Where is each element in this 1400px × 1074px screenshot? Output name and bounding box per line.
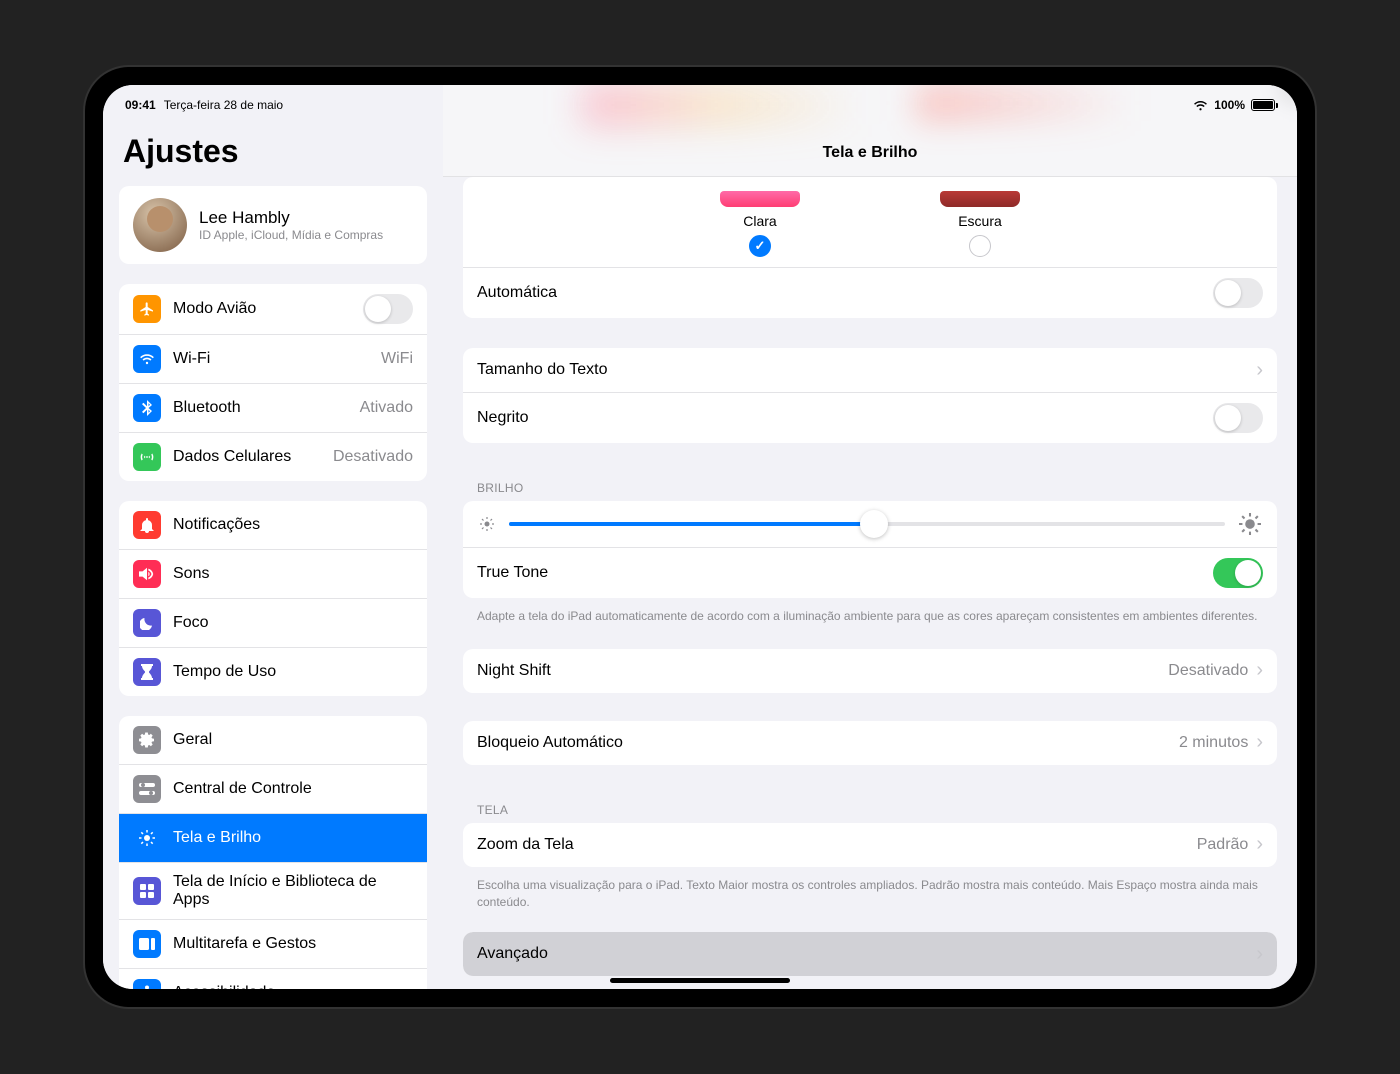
ipad-frame: 09:41 Terça-feira 28 de maio 100% Ajuste… xyxy=(85,67,1315,1007)
appearance-selector: Clara Escura xyxy=(463,177,1277,267)
profile-sub: ID Apple, iCloud, Mídia e Compras xyxy=(199,228,383,242)
appearance-light[interactable]: Clara xyxy=(720,191,800,257)
brightness-slider-row[interactable] xyxy=(463,501,1277,547)
row-textsize[interactable]: Tamanho do Texto › xyxy=(463,348,1277,392)
moon-icon xyxy=(133,609,161,637)
airplane-toggle[interactable] xyxy=(363,294,413,324)
tela-header: TELA xyxy=(463,785,1277,823)
brightness-header: BRILHO xyxy=(463,463,1277,501)
sidebar-item-airplane[interactable]: Modo Avião xyxy=(119,284,427,334)
sidebar-item-general[interactable]: Geral xyxy=(119,716,427,764)
battery-icon xyxy=(1251,99,1275,111)
avatar xyxy=(133,198,187,252)
switches-icon xyxy=(133,775,161,803)
main-panel: Tela e Brilho Clara Escura xyxy=(443,85,1297,989)
sun-large-icon xyxy=(1239,513,1261,535)
status-date: Terça-feira 28 de maio xyxy=(164,98,283,112)
sidebar-item-accessibility[interactable]: Acessibilidade xyxy=(119,968,427,989)
sidebar-title: Ajustes xyxy=(119,133,427,170)
sidebar-item-controlcenter[interactable]: Central de Controle xyxy=(119,764,427,813)
light-radio[interactable] xyxy=(749,235,771,257)
sidebar: Ajustes Lee Hambly ID Apple, iCloud, Míd… xyxy=(103,85,443,989)
row-zoom[interactable]: Zoom da Tela Padrão › xyxy=(463,823,1277,867)
dark-radio[interactable] xyxy=(969,235,991,257)
profile-name: Lee Hambly xyxy=(199,208,383,228)
row-bold[interactable]: Negrito xyxy=(463,392,1277,443)
wifi-icon-box xyxy=(133,345,161,373)
home-indicator xyxy=(610,978,790,983)
multitask-icon xyxy=(133,930,161,958)
brightness-slider[interactable] xyxy=(509,522,1225,526)
automatic-toggle[interactable] xyxy=(1213,278,1263,308)
chevron-icon: › xyxy=(1256,659,1263,682)
gear-icon xyxy=(133,726,161,754)
sidebar-item-screentime[interactable]: Tempo de Uso xyxy=(119,647,427,696)
sidebar-item-cellular[interactable]: Dados Celulares Desativado xyxy=(119,432,427,481)
sidebar-item-focus[interactable]: Foco xyxy=(119,598,427,647)
status-bar: 09:41 Terça-feira 28 de maio 100% xyxy=(103,93,1297,117)
chevron-icon: › xyxy=(1256,359,1263,382)
row-advanced[interactable]: Avançado › xyxy=(463,932,1277,976)
sidebar-item-homescreen[interactable]: Tela de Início e Biblioteca de Apps xyxy=(119,862,427,919)
sidebar-item-display[interactable]: Tela e Brilho xyxy=(119,813,427,862)
screen: 09:41 Terça-feira 28 de maio 100% Ajuste… xyxy=(103,85,1297,989)
appearance-dark[interactable]: Escura xyxy=(940,191,1020,257)
speaker-icon xyxy=(133,560,161,588)
chevron-icon: › xyxy=(1256,731,1263,754)
sidebar-item-bluetooth[interactable]: Bluetooth Ativado xyxy=(119,383,427,432)
slider-thumb[interactable] xyxy=(860,510,888,538)
row-automatic[interactable]: Automática xyxy=(463,267,1277,318)
light-preview xyxy=(720,191,800,207)
chevron-icon: › xyxy=(1256,833,1263,856)
sidebar-item-notifications[interactable]: Notificações xyxy=(119,501,427,549)
sidebar-item-sounds[interactable]: Sons xyxy=(119,549,427,598)
zoom-footer: Escolha uma visualização para o iPad. Te… xyxy=(463,871,1277,911)
row-nightshift[interactable]: Night Shift Desativado › xyxy=(463,649,1277,693)
bold-toggle[interactable] xyxy=(1213,403,1263,433)
profile-card[interactable]: Lee Hambly ID Apple, iCloud, Mídia e Com… xyxy=(119,186,427,264)
chevron-icon: › xyxy=(1256,943,1263,966)
truetone-footer: Adapte a tela do iPad automaticamente de… xyxy=(463,602,1277,625)
sun-small-icon xyxy=(479,516,495,532)
wifi-icon xyxy=(1193,100,1208,111)
dark-preview xyxy=(940,191,1020,207)
accessibility-icon xyxy=(133,979,161,989)
row-truetone[interactable]: True Tone xyxy=(463,547,1277,598)
brightness-icon xyxy=(133,824,161,852)
status-time: 09:41 xyxy=(125,98,156,112)
battery-percent: 100% xyxy=(1214,98,1245,112)
bell-icon xyxy=(133,511,161,539)
hourglass-icon xyxy=(133,658,161,686)
main-title: Tela e Brilho xyxy=(823,144,918,162)
sidebar-item-multitask[interactable]: Multitarefa e Gestos xyxy=(119,919,427,968)
cellular-icon xyxy=(133,443,161,471)
truetone-toggle[interactable] xyxy=(1213,558,1263,588)
grid-icon xyxy=(133,877,161,905)
sidebar-item-wifi[interactable]: Wi-Fi WiFi xyxy=(119,334,427,383)
airplane-icon xyxy=(133,295,161,323)
bluetooth-icon xyxy=(133,394,161,422)
row-autolock[interactable]: Bloqueio Automático 2 minutos › xyxy=(463,721,1277,765)
